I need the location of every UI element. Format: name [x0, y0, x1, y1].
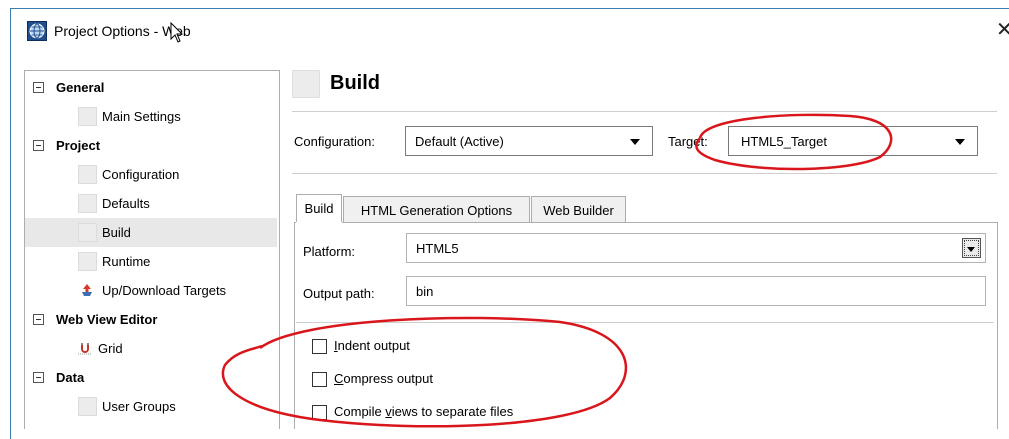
tree-item-label: Build — [102, 225, 131, 240]
tree-group-general[interactable]: General — [25, 73, 277, 102]
options-tree: General Main Settings Project Configurat… — [24, 70, 280, 429]
target-value: HTML5_Target — [741, 134, 827, 149]
close-icon[interactable]: ✕ — [996, 17, 1009, 41]
tree-item-configuration[interactable]: Configuration — [25, 160, 277, 189]
page-title: Build — [330, 72, 380, 94]
build-page-icon — [292, 70, 320, 98]
tree-group-label: Data — [56, 370, 85, 385]
collapse-icon[interactable] — [33, 140, 44, 151]
tab-label: HTML Generation Options — [360, 203, 513, 218]
tab-join — [296, 222, 342, 223]
configuration-value: Default (Active) — [415, 134, 504, 149]
tree-item-runtime[interactable]: Runtime — [25, 247, 277, 276]
tree-group-label: Web View Editor — [56, 312, 158, 327]
platform-label: Platform: — [303, 244, 356, 259]
collapse-icon[interactable] — [33, 314, 44, 325]
divider — [296, 322, 994, 323]
page-icon — [78, 252, 97, 271]
mouse-cursor-icon — [170, 22, 184, 43]
tab-label: Build — [304, 201, 334, 216]
page-icon — [78, 194, 97, 213]
tree-item-label: Defaults — [102, 196, 150, 211]
tree-group-project[interactable]: Project — [25, 131, 277, 160]
checkbox-label: Indent output — [334, 338, 410, 353]
tree-item-build[interactable]: Build — [25, 218, 277, 247]
target-select[interactable]: HTML5_Target — [728, 126, 978, 156]
tree-item-grid[interactable]: Grid — [25, 334, 277, 363]
checkbox-box[interactable] — [312, 372, 327, 387]
output-path-value: bin — [416, 284, 434, 299]
target-label: Target: — [668, 134, 708, 149]
tree-item-label: Main Settings — [102, 109, 181, 124]
platform-value: HTML5 — [416, 241, 459, 256]
page-icon — [78, 223, 97, 242]
tree-item-user-groups[interactable]: User Groups — [25, 392, 277, 421]
output-path-input[interactable]: bin — [406, 276, 986, 306]
tree-item-up-download-targets[interactable]: Up/Download Targets — [25, 276, 277, 305]
output-path-label: Output path: — [303, 286, 375, 301]
title-bar: Project Options - Web ✕ — [11, 9, 1009, 54]
tab-build[interactable]: Build — [296, 194, 342, 222]
checkbox-box[interactable] — [312, 405, 327, 420]
tree-item-label: Configuration — [102, 167, 180, 182]
tree-item-label: Runtime — [102, 254, 151, 269]
upload-download-icon — [82, 284, 92, 296]
tree-item-label: Grid — [98, 341, 123, 356]
page-icon — [78, 107, 97, 126]
tree-item-defaults[interactable]: Defaults — [25, 189, 277, 218]
tab-html-generation-options[interactable]: HTML Generation Options — [343, 196, 530, 222]
collapse-icon[interactable] — [33, 372, 44, 383]
checkbox-label: Compress output — [334, 371, 433, 386]
tree-group-data[interactable]: Data — [25, 363, 277, 392]
divider — [292, 111, 997, 112]
configuration-label: Configuration: — [294, 134, 375, 149]
tree-item-label: Up/Download Targets — [102, 283, 227, 298]
page-icon — [78, 397, 97, 416]
chevron-down-icon[interactable] — [955, 139, 965, 145]
tree-group-label: Project — [56, 138, 101, 153]
checkbox-box[interactable] — [312, 339, 327, 354]
tab-web-builder[interactable]: Web Builder — [531, 196, 626, 222]
tree-item-main-settings[interactable]: Main Settings — [25, 102, 277, 131]
tree-item-label: User Groups — [102, 399, 176, 414]
platform-select[interactable]: HTML5 — [406, 233, 986, 263]
collapse-icon[interactable] — [33, 82, 44, 93]
configuration-select[interactable]: Default (Active) — [405, 126, 653, 156]
checkbox-label: Compile views to separate files — [334, 404, 514, 419]
chevron-down-icon[interactable] — [962, 238, 981, 258]
divider — [292, 173, 997, 174]
page-icon — [78, 165, 97, 184]
tree-group-web-view-editor[interactable]: Web View Editor — [25, 305, 277, 334]
tree-group-label: General — [56, 80, 105, 95]
grid-magnet-icon — [78, 343, 92, 355]
globe-app-icon — [27, 21, 47, 41]
tab-label: Web Builder — [543, 203, 614, 218]
chevron-down-icon[interactable] — [630, 139, 640, 145]
